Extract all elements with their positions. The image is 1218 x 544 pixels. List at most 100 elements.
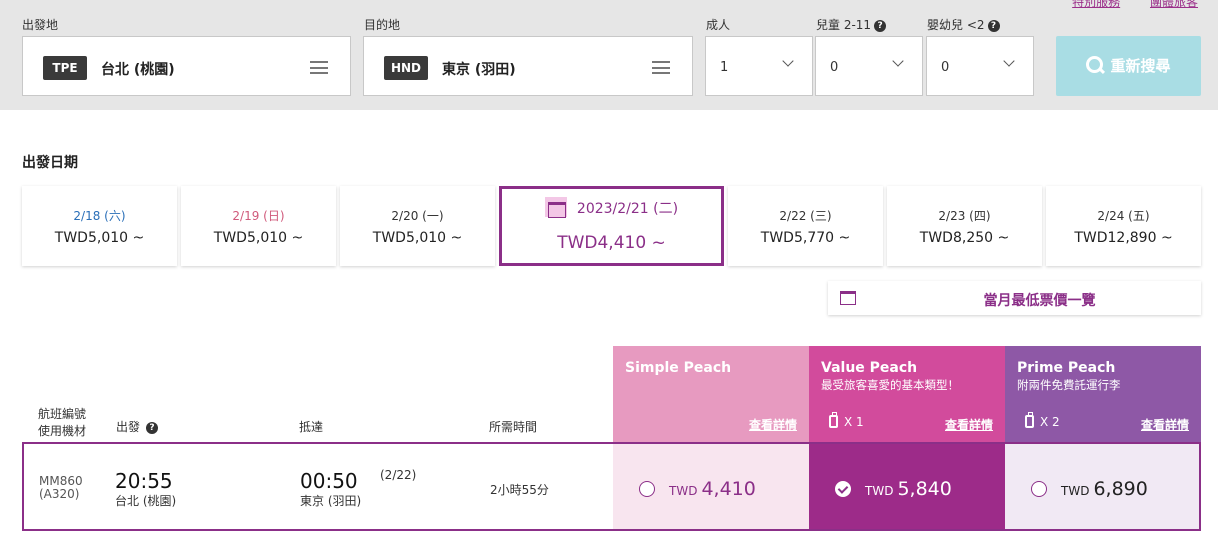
- departure-time: 20:55: [115, 469, 173, 493]
- destination-field[interactable]: HND 東京 (羽田): [363, 36, 693, 96]
- fare-name: Value Peach: [821, 360, 918, 376]
- fare-option-simple[interactable]: TWD 4,410: [613, 442, 809, 531]
- arrival-info: 00:50 東京 (羽田): [300, 470, 361, 509]
- child-value: 0: [830, 60, 839, 75]
- list-icon[interactable]: [310, 61, 328, 74]
- destination-label: 目的地: [364, 18, 401, 32]
- month-lowest-fare-button[interactable]: 當月最低票價一覽: [828, 281, 1201, 315]
- departure-date-title: 出發日期: [22, 155, 78, 171]
- aircraft-type: (A320): [39, 487, 80, 501]
- child-label-wrap: 兒童 2-11?: [816, 16, 887, 33]
- adult-label: 成人: [706, 18, 731, 32]
- baggage-allowance: X 2: [1025, 412, 1060, 429]
- special-service-link[interactable]: 特別服務: [1072, 0, 1120, 9]
- date-card-selected[interactable]: 2023/2/21 (二) TWD4,410 ~: [499, 186, 724, 266]
- help-icon[interactable]: ?: [146, 422, 159, 434]
- arrival-time: 00:50: [300, 469, 358, 493]
- fare-price-wrap: TWD 4,410: [639, 478, 756, 500]
- date-price: TWD5,010 ~: [372, 230, 463, 246]
- infant-value: 0: [941, 60, 950, 75]
- baggage-count: X 1: [844, 415, 864, 429]
- chevron-down-icon: [892, 55, 904, 67]
- destination-code-badge: HND: [384, 56, 428, 80]
- date-label: 2/24 (五): [1097, 209, 1150, 223]
- fare-currency: TWD: [1061, 484, 1090, 498]
- luggage-icon: [829, 412, 838, 428]
- arrive-header: 抵達: [299, 420, 324, 434]
- fare-description: 最受旅客喜愛的基本類型！: [821, 378, 959, 392]
- fare-details-link[interactable]: 查看詳情: [749, 416, 797, 433]
- check-circle-icon[interactable]: [835, 481, 851, 497]
- month-lowest-fare-label: 當月最低票價一覽: [983, 293, 1096, 309]
- fare-header-prime: Prime Peach 附兩件免費託運行李 X 2 查看詳情: [1005, 346, 1201, 442]
- origin-field[interactable]: TPE 台北 (桃園): [22, 36, 351, 96]
- date-card-0218[interactable]: 2/18 (六) TWD5,010 ~: [22, 186, 177, 266]
- selected-date-label: 2023/2/21 (二): [502, 197, 721, 218]
- arrival-date: (2/22): [380, 468, 417, 482]
- origin-code-badge: TPE: [43, 56, 87, 80]
- date-label: 2/20 (一): [391, 209, 444, 223]
- fare-price-wrap: TWD 6,890: [1031, 478, 1148, 500]
- infant-label: 嬰幼兒 <2: [927, 18, 985, 32]
- child-label: 兒童 2-11: [816, 18, 872, 32]
- flight-number-header-line2: 使用機材: [38, 424, 87, 438]
- date-card-0224[interactable]: 2/24 (五) TWD12,890 ~: [1046, 186, 1201, 266]
- fare-description: 附兩件免費託運行李: [1017, 378, 1121, 392]
- chevron-down-icon: [1003, 55, 1015, 67]
- search-bar: 特別服務 團體旅客 出發地 TPE 台北 (桃園) 目的地 HND 東京 (羽田…: [0, 0, 1218, 110]
- help-icon[interactable]: ?: [987, 20, 1000, 32]
- calendar-icon: [544, 197, 567, 218]
- child-select[interactable]: 0: [815, 36, 923, 96]
- date-label: 2/23 (四): [938, 209, 991, 223]
- arrival-airport: 東京 (羽田): [300, 494, 362, 508]
- fare-price-wrap: TWD 5,840: [835, 478, 952, 500]
- search-button-label: 重新搜尋: [1110, 57, 1171, 75]
- duration-header: 所需時間: [489, 420, 538, 434]
- depart-header-label: 出發: [116, 420, 141, 434]
- flight-duration: 2小時55分: [490, 483, 549, 497]
- radio-unchecked-icon[interactable]: [639, 481, 655, 497]
- date-card-0223[interactable]: 2/23 (四) TWD8,250 ~: [887, 186, 1042, 266]
- luggage-icon: [1025, 412, 1034, 428]
- header-links: 特別服務 團體旅客: [1046, 0, 1198, 10]
- date-card-0219[interactable]: 2/19 (日) TWD5,010 ~: [181, 186, 336, 266]
- date-price: TWD12,890 ~: [1074, 230, 1173, 246]
- fare-price: 5,840: [897, 478, 952, 500]
- date-label: 2/22 (三): [779, 209, 832, 223]
- radio-unchecked-icon[interactable]: [1031, 481, 1047, 497]
- infant-label-wrap: 嬰幼兒 <2?: [927, 16, 1000, 33]
- fare-option-value[interactable]: TWD 5,840: [809, 442, 1005, 531]
- selected-date-text: 2023/2/21 (二): [576, 201, 679, 217]
- adult-value: 1: [720, 60, 729, 75]
- date-card-0220[interactable]: 2/20 (一) TWD5,010 ~: [340, 186, 495, 266]
- list-icon[interactable]: [652, 61, 670, 74]
- help-icon[interactable]: ?: [874, 20, 887, 32]
- date-card-0222[interactable]: 2/22 (三) TWD5,770 ~: [728, 186, 883, 266]
- fare-name: Prime Peach: [1017, 360, 1116, 376]
- search-button[interactable]: 重新搜尋: [1056, 36, 1201, 96]
- flight-info: MM860 (A320): [39, 475, 83, 501]
- departure-info: 20:55 台北 (桃園): [115, 470, 176, 509]
- adult-select[interactable]: 1: [705, 36, 813, 96]
- fare-name: Simple Peach: [625, 360, 732, 376]
- fare-currency: TWD: [669, 484, 698, 498]
- fare-details-link[interactable]: 查看詳情: [945, 416, 993, 433]
- fare-option-prime[interactable]: TWD 6,890: [1005, 442, 1201, 531]
- baggage-count: X 2: [1040, 415, 1060, 429]
- departure-airport: 台北 (桃園): [115, 494, 177, 508]
- date-price: TWD4,410 ~: [557, 233, 666, 253]
- date-label: 2/19 (日): [232, 209, 285, 223]
- depart-header: 出發?: [116, 418, 159, 435]
- group-travel-link[interactable]: 團體旅客: [1150, 0, 1198, 9]
- date-price: TWD5,010 ~: [213, 230, 304, 246]
- fare-header-value: Value Peach 最受旅客喜愛的基本類型！ X 1 查看詳情: [809, 346, 1005, 442]
- chevron-down-icon: [782, 55, 794, 67]
- origin-name: 台北 (桃園): [101, 62, 175, 78]
- date-price: TWD5,010 ~: [54, 230, 145, 246]
- baggage-allowance: X 1: [829, 412, 864, 429]
- date-label: 2/18 (六): [73, 209, 126, 223]
- destination-name: 東京 (羽田): [442, 62, 516, 78]
- infant-select[interactable]: 0: [926, 36, 1034, 96]
- flight-number-header-line1: 航班編號: [38, 407, 87, 421]
- fare-details-link[interactable]: 查看詳情: [1141, 416, 1189, 433]
